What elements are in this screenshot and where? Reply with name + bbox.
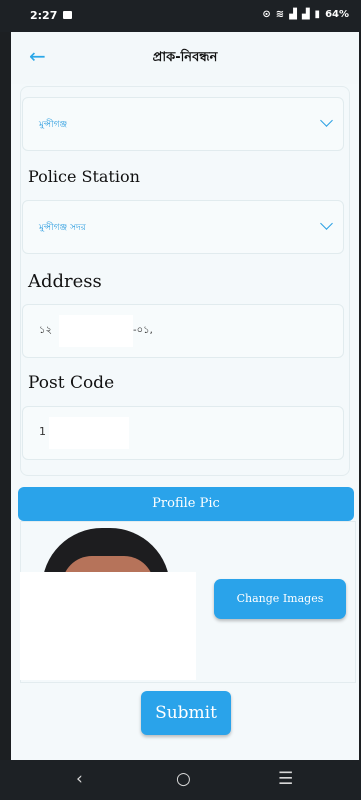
change-images-button[interactable]: Change Images (214, 579, 346, 619)
signal-icon: ▟ (289, 9, 297, 20)
page-title: প্রাক-নিবন্ধন (152, 50, 218, 65)
chevron-down-icon (320, 114, 333, 127)
post-code-value: 1 (39, 425, 46, 438)
police-station-value: মুন্সীগঞ্জ সদর (39, 223, 86, 233)
address-label: Address (28, 271, 102, 292)
district-dropdown[interactable]: মুন্সীগঞ্জ (22, 97, 344, 151)
profile-pic-header: Profile Pic (18, 487, 354, 521)
redaction (59, 315, 133, 347)
nav-back-icon[interactable]: ‹ (76, 769, 83, 789)
submit-button[interactable]: Submit (141, 691, 231, 735)
status-bar: 2:27 ⊙ ≋ ▟ ▟ ▮ 64% (0, 0, 361, 32)
signal-icon: ▟ (301, 9, 310, 20)
app-bar: ← প্রাক-নিবন্ধন (11, 32, 359, 84)
battery-percent: 64% (325, 9, 349, 20)
status-time: 2:27 (30, 9, 58, 22)
address-value-part1: ১২ (39, 325, 52, 336)
district-value: মুন্সীগঞ্জ (39, 120, 68, 130)
nav-recents-icon[interactable]: ☰ (278, 769, 293, 789)
notification-icon (63, 11, 72, 19)
redaction (20, 572, 196, 680)
redaction (49, 417, 129, 449)
status-icons: ⊙ ≋ ▟ ▟ ▮ 64% (262, 9, 349, 20)
nav-home-icon[interactable]: ○ (176, 769, 191, 789)
police-station-label: Police Station (28, 167, 140, 186)
battery-icon: ▮ (314, 9, 321, 20)
wifi-icon: ≋ (275, 9, 285, 20)
system-nav-bar: ‹ ○ ☰ (0, 760, 361, 800)
post-code-label: Post Code (28, 373, 115, 393)
police-station-dropdown[interactable]: মুন্সীগঞ্জ সদর (22, 200, 344, 254)
address-value-part2: -০১, (133, 325, 153, 336)
address-input[interactable]: ১২ -০১, (22, 304, 344, 358)
post-code-input[interactable]: 1 (22, 406, 344, 460)
alarm-icon: ⊙ (262, 9, 271, 20)
chevron-down-icon (320, 217, 333, 230)
